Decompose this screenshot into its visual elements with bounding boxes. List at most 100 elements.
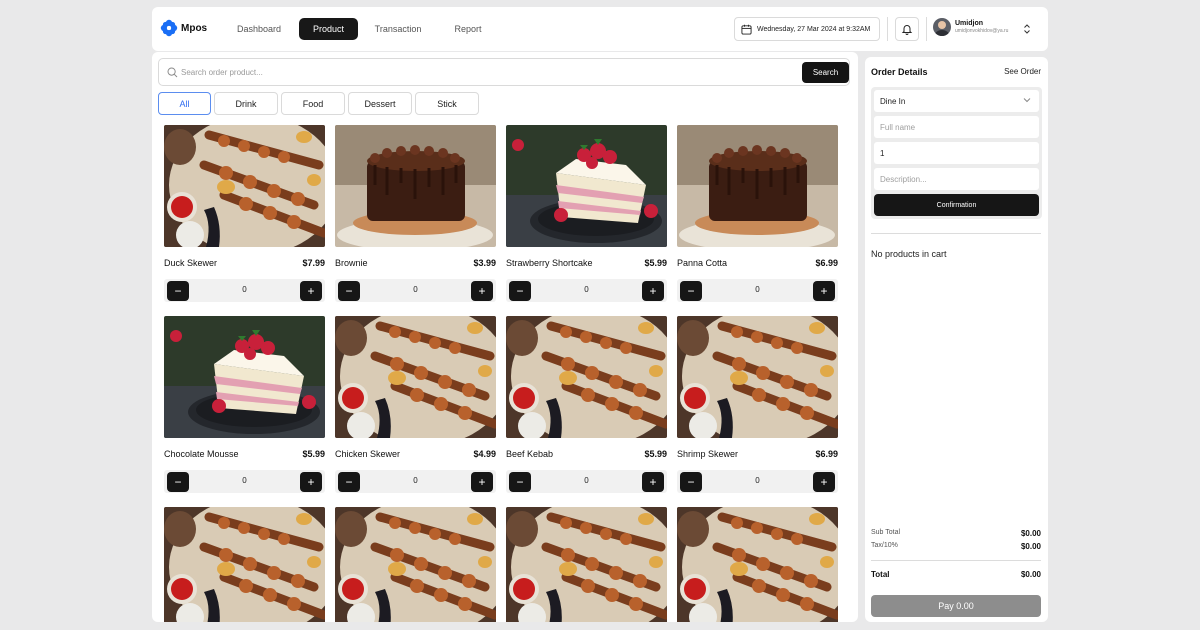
product-price: $5.99: [644, 449, 667, 459]
skewer-platter-image: [335, 507, 496, 622]
product-price: $3.99: [473, 258, 496, 268]
tax-label: Tax/10%: [871, 542, 898, 549]
increase-button[interactable]: +: [642, 472, 664, 492]
product-card[interactable]: [164, 507, 325, 622]
tax-value: $0.00: [1020, 542, 1041, 551]
product-card[interactable]: [677, 507, 838, 622]
product-card[interactable]: Panna Cotta $6.99 − 0 +: [677, 125, 838, 302]
product-card[interactable]: Shrimp Skewer $6.99 − 0 +: [677, 316, 838, 493]
chocolate-cake-image: [677, 125, 838, 247]
quantity-stepper: − 0 +: [335, 279, 496, 302]
category-all[interactable]: All: [158, 92, 211, 115]
app-logo[interactable]: Mpos: [160, 19, 207, 37]
category-dessert[interactable]: Dessert: [348, 92, 412, 115]
nav-dashboard[interactable]: Dashboard: [224, 18, 294, 40]
search-bar: Search: [158, 58, 850, 86]
product-card[interactable]: [335, 507, 496, 622]
skewer-platter-image: [335, 316, 496, 438]
quantity-field[interactable]: 1: [874, 142, 1039, 164]
subtotal-value: $0.00: [1020, 529, 1041, 538]
dine-option-select[interactable]: Dine In: [874, 90, 1039, 112]
product-card[interactable]: Beef Kebab $5.99 − 0 +: [506, 316, 667, 493]
product-image: [164, 316, 325, 438]
product-name: Panna Cotta: [677, 258, 728, 268]
category-drink[interactable]: Drink: [214, 92, 278, 115]
quantity-stepper: − 0 +: [677, 279, 838, 302]
divider: [887, 17, 888, 41]
product-image: [677, 507, 838, 622]
increase-button[interactable]: +: [642, 281, 664, 301]
product-image: [506, 316, 667, 438]
product-card[interactable]: Brownie $3.99 − 0 +: [335, 125, 496, 302]
quantity-stepper: − 0 +: [335, 470, 496, 493]
product-image: [677, 125, 838, 247]
product-image: [335, 125, 496, 247]
product-name: Brownie: [335, 258, 368, 268]
skewer-platter-image: [677, 316, 838, 438]
notification-button[interactable]: [895, 17, 919, 41]
pay-button[interactable]: Pay 0.00: [871, 595, 1041, 617]
user-menu[interactable]: Umidjon umidjonvokhidov@ya.ru: [933, 18, 1008, 36]
increase-button[interactable]: +: [471, 472, 493, 492]
divider: [926, 17, 927, 41]
product-image: [677, 316, 838, 438]
confirmation-button[interactable]: Confirmation: [874, 194, 1039, 216]
see-order-link[interactable]: See Order: [1004, 67, 1041, 76]
top-bar: Mpos Dashboard Product Transaction Repor…: [152, 7, 1048, 51]
category-stick[interactable]: Stick: [415, 92, 479, 115]
product-name: Duck Skewer: [164, 258, 218, 268]
dine-option-value: Dine In: [880, 96, 906, 106]
product-card[interactable]: Chocolate Mousse $5.99 − 0 +: [164, 316, 325, 493]
product-panel: Search All Drink Food Dessert Stick: [152, 52, 858, 622]
date-display[interactable]: Wednesday, 27 Mar 2024 at 9:32AM: [734, 17, 880, 41]
subtotal-label: Sub Total: [871, 529, 901, 536]
app-name: Mpos: [181, 22, 208, 34]
skewer-platter-image: [677, 507, 838, 622]
fullname-field[interactable]: Full name: [874, 116, 1039, 138]
user-name: Umidjon: [955, 20, 983, 27]
quantity-stepper: − 0 +: [506, 279, 667, 302]
product-image: [506, 507, 667, 622]
subtotal-row: Sub Total $0.00: [871, 529, 1041, 538]
skewer-platter-image: [164, 125, 325, 247]
product-card[interactable]: Strawberry Shortcake $5.99 − 0 +: [506, 125, 667, 302]
increase-button[interactable]: +: [471, 281, 493, 301]
quantity-stepper: − 0 +: [164, 470, 325, 493]
product-card[interactable]: [506, 507, 667, 622]
nav-transaction[interactable]: Transaction: [363, 18, 433, 40]
description-field[interactable]: Description...: [874, 168, 1039, 190]
order-form: Dine In Full name 1 Description... Confi…: [871, 87, 1042, 219]
product-image: [164, 507, 325, 622]
product-image: [335, 316, 496, 438]
nav-product[interactable]: Product: [299, 18, 358, 40]
product-image: [335, 507, 496, 622]
search-icon: [167, 67, 178, 78]
increase-button[interactable]: +: [300, 472, 322, 492]
search-input[interactable]: [181, 64, 781, 80]
nav-report[interactable]: Report: [433, 18, 503, 40]
empty-cart-message: No products in cart: [871, 249, 947, 259]
order-panel: Order Details See Order Dine In Full nam…: [865, 57, 1048, 622]
skewer-platter-image: [164, 507, 325, 622]
product-name: Strawberry Shortcake: [506, 258, 593, 268]
product-card[interactable]: Duck Skewer $7.99 − 0 +: [164, 125, 325, 302]
skewer-platter-image: [506, 316, 667, 438]
product-card[interactable]: Chicken Skewer $4.99 − 0 +: [335, 316, 496, 493]
product-name: Beef Kebab: [506, 449, 554, 459]
search-button[interactable]: Search: [802, 62, 849, 83]
increase-button[interactable]: +: [813, 472, 835, 492]
avatar: [933, 18, 951, 36]
quantity-stepper: − 0 +: [164, 279, 325, 302]
product-price: $7.99: [302, 258, 325, 268]
total-label: Total: [871, 570, 890, 579]
product-image: [506, 125, 667, 247]
increase-button[interactable]: +: [813, 281, 835, 301]
user-email: umidjonvokhidov@ya.ru: [955, 28, 1009, 34]
product-name: Chocolate Mousse: [164, 449, 239, 459]
product-image: [164, 125, 325, 247]
category-tabs: All Drink Food Dessert Stick: [158, 92, 479, 115]
flower-logo-icon: [160, 19, 178, 37]
category-food[interactable]: Food: [281, 92, 345, 115]
increase-button[interactable]: +: [300, 281, 322, 301]
chevron-up-down-icon[interactable]: [1023, 24, 1031, 34]
